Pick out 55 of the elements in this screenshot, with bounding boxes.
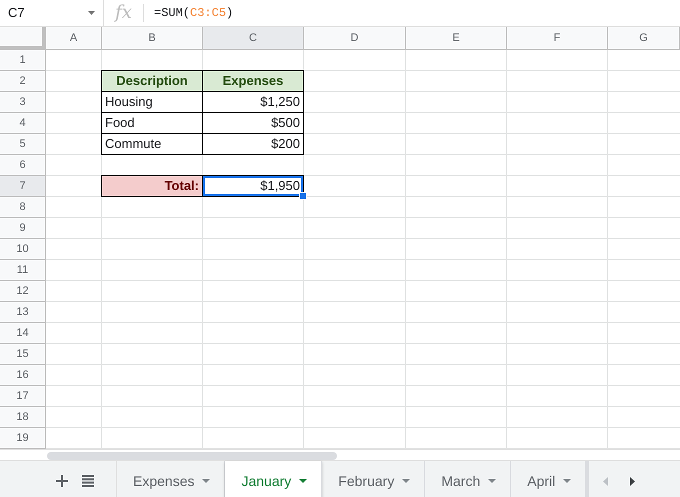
- row-header[interactable]: 14: [0, 323, 46, 344]
- caret-icon: [563, 479, 572, 483]
- caret-icon: [88, 11, 95, 15]
- cell-reference: C7: [8, 4, 25, 22]
- row-header[interactable]: 7: [0, 176, 46, 197]
- row-header[interactable]: 2: [0, 71, 46, 92]
- row-header[interactable]: 4: [0, 113, 46, 134]
- sheet-tab[interactable]: February: [322, 461, 426, 497]
- all-sheets-button[interactable]: [82, 475, 94, 487]
- row-header[interactable]: 8: [0, 197, 46, 218]
- row-header[interactable]: 15: [0, 344, 46, 365]
- column-header[interactable]: F: [507, 27, 608, 50]
- column-header[interactable]: A: [46, 27, 102, 50]
- row-header[interactable]: 10: [0, 239, 46, 260]
- caret-icon: [488, 479, 496, 483]
- row-header[interactable]: 12: [0, 281, 46, 302]
- scrollbar-thumb[interactable]: [47, 452, 337, 460]
- caret-icon: [402, 479, 410, 483]
- left-arrow-icon: [603, 476, 608, 486]
- caret-icon: [299, 479, 308, 483]
- table-cell[interactable]: Commute: [101, 133, 203, 155]
- table-cell[interactable]: Total:: [101, 175, 203, 197]
- column-header[interactable]: B: [102, 27, 203, 50]
- row-header[interactable]: 11: [0, 260, 46, 281]
- column-header[interactable]: E: [406, 27, 507, 50]
- plus-icon: [56, 475, 68, 487]
- row-header[interactable]: 16: [0, 365, 46, 386]
- column-header[interactable]: G: [608, 27, 680, 50]
- column-header[interactable]: D: [304, 27, 406, 50]
- row-header[interactable]: 6: [0, 155, 46, 176]
- table-cell[interactable]: Description: [101, 70, 203, 92]
- add-sheet-button[interactable]: [56, 475, 68, 487]
- table-cell[interactable]: $200: [202, 133, 304, 155]
- fill-handle[interactable]: [299, 192, 307, 200]
- caret-icon: [202, 479, 210, 483]
- row-header[interactable]: 13: [0, 302, 46, 323]
- scroll-right-button[interactable]: [630, 476, 636, 486]
- formula-field[interactable]: =SUM(C3:C5): [144, 4, 234, 22]
- right-arrow-icon: [630, 476, 636, 486]
- name-box[interactable]: C7: [0, 0, 104, 26]
- row-header[interactable]: 3: [0, 92, 46, 113]
- row-header[interactable]: 18: [0, 407, 46, 428]
- row-header[interactable]: 5: [0, 134, 46, 155]
- table-cell[interactable]: $1,950: [202, 175, 304, 197]
- table-cell[interactable]: Expenses: [202, 70, 304, 92]
- sheet-tab[interactable]: April: [511, 461, 586, 497]
- row-header[interactable]: 1: [0, 50, 46, 71]
- menu-icon: [82, 475, 94, 487]
- row-header[interactable]: 19: [0, 428, 46, 449]
- sheet-tab[interactable]: January: [225, 461, 322, 497]
- row-header[interactable]: 17: [0, 386, 46, 407]
- column-header[interactable]: C: [203, 27, 304, 50]
- function-label: fx: [104, 4, 144, 22]
- row-header[interactable]: 9: [0, 218, 46, 239]
- sheet-tab[interactable]: March: [425, 461, 512, 497]
